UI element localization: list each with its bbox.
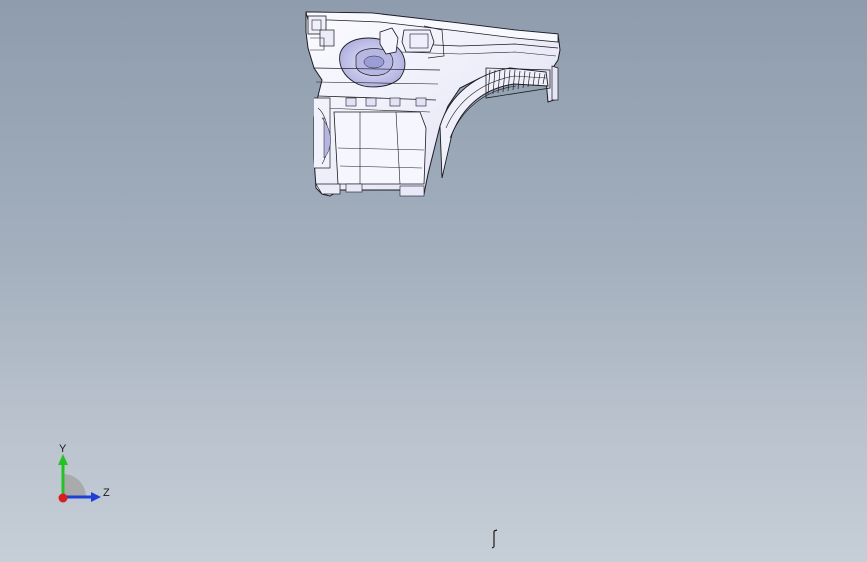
ibeam-cursor-icon	[491, 529, 498, 549]
graphics-viewport[interactable]: Y Z	[0, 0, 867, 562]
triad-z-label: Z	[103, 487, 110, 499]
reference-triad: Y Z	[48, 440, 118, 510]
3d-part-model[interactable]	[300, 8, 570, 203]
triad-y-label: Y	[59, 443, 67, 455]
